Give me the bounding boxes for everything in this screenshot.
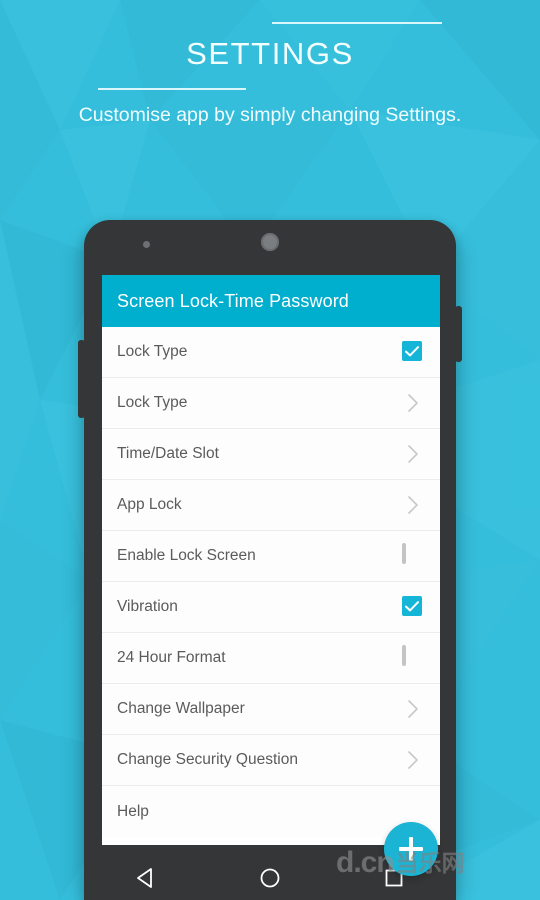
volume-rocker-button[interactable] [78, 340, 85, 418]
list-item-label: Change Security Question [117, 751, 298, 768]
list-item-label: 24 Hour Format [117, 649, 226, 666]
proximity-sensor-dot-icon [143, 241, 150, 248]
app-bar-title: Screen Lock-Time Password [117, 290, 349, 311]
back-button[interactable] [131, 863, 161, 893]
checkbox-checked[interactable] [402, 341, 424, 363]
list-item-change-wallpaper[interactable]: Change Wallpaper [102, 684, 440, 735]
no-control [402, 801, 424, 823]
list-item-app-lock[interactable]: App Lock [102, 480, 440, 531]
list-item-lock-type[interactable]: Lock Type [102, 378, 440, 429]
list-item-label: Help [117, 802, 149, 820]
chevron-right-icon [402, 443, 424, 465]
list-item-label: Change Wallpaper [117, 700, 245, 717]
settings-list[interactable]: Lock Type Lock Type Time/Date Slot App L… [102, 327, 440, 837]
chevron-right-icon [402, 392, 424, 414]
list-item-label: Enable Lock Screen [117, 547, 256, 564]
list-item-change-security-question[interactable]: Change Security Question [102, 735, 440, 786]
plus-icon-vertical [409, 837, 413, 861]
promo-header: SETTINGS Customise app by simply changin… [0, 0, 540, 200]
checkbox-empty-icon [402, 645, 406, 666]
list-item-label: App Lock [117, 496, 182, 513]
power-button[interactable] [455, 306, 462, 362]
list-item-label: Lock Type [117, 394, 188, 411]
phone-mockup: Screen Lock-Time Password Lock Type Lock… [78, 220, 462, 900]
chevron-right-icon [402, 494, 424, 516]
checkbox-empty-icon [402, 543, 406, 564]
list-item-help[interactable]: Help [102, 786, 440, 837]
decorative-rule-bottom [98, 88, 246, 90]
list-item-label: Vibration [117, 598, 178, 615]
checkbox-unchecked[interactable] [402, 645, 424, 669]
home-button[interactable] [255, 863, 285, 893]
chevron-right-icon [402, 749, 424, 771]
phone-screen: Screen Lock-Time Password Lock Type Lock… [102, 275, 440, 845]
app-bar: Screen Lock-Time Password [102, 275, 440, 327]
list-item-24-hour-format[interactable]: 24 Hour Format [102, 633, 440, 684]
list-item-vibration[interactable]: Vibration [102, 582, 440, 633]
checkbox-unchecked[interactable] [402, 543, 424, 567]
add-button[interactable] [384, 822, 438, 876]
promo-subtitle: Customise app by simply changing Setting… [78, 104, 462, 126]
list-item-label: Lock Type [117, 343, 188, 360]
check-icon [402, 596, 422, 616]
list-item-label: Time/Date Slot [117, 445, 219, 462]
check-icon [402, 341, 422, 361]
checkbox-checked[interactable] [402, 596, 424, 618]
list-item-time-date-slot[interactable]: Time/Date Slot [102, 429, 440, 480]
decorative-rule-top [272, 22, 442, 24]
page-title: SETTINGS [186, 36, 354, 71]
promo-screenshot: SETTINGS Customise app by simply changin… [0, 0, 540, 900]
list-item-enable-lock-screen[interactable]: Enable Lock Screen [102, 531, 440, 582]
front-camera-lens-icon [261, 233, 279, 251]
chevron-right-icon [402, 698, 424, 720]
list-item-lock-type-toggle[interactable]: Lock Type [102, 327, 440, 378]
